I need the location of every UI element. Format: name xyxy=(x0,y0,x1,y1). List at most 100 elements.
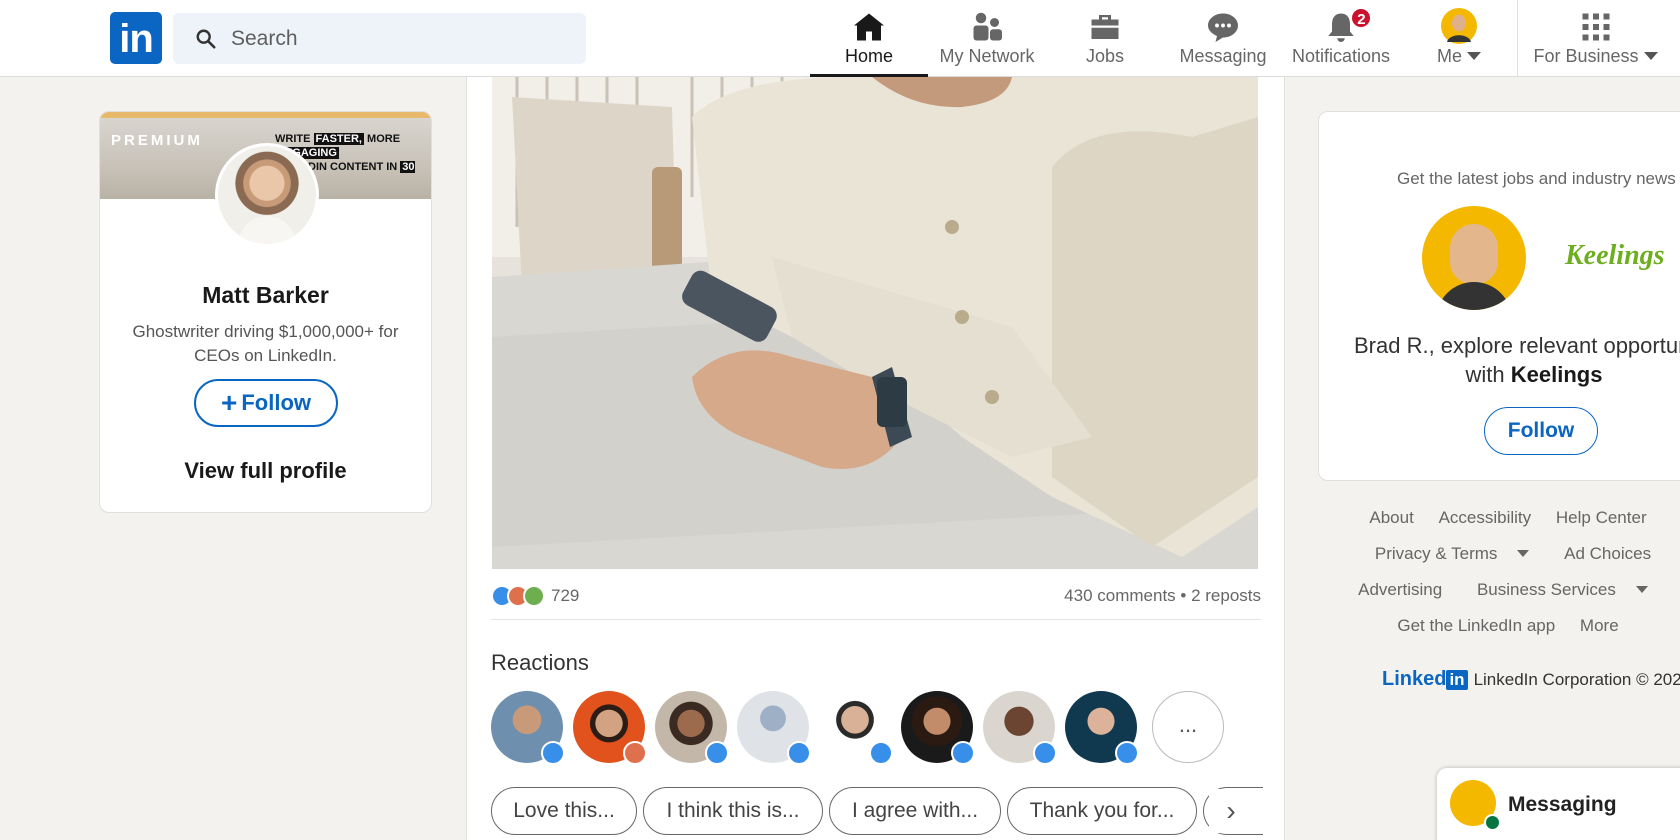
footer-row: About Accessibility Help Center xyxy=(1318,508,1680,538)
chat-icon xyxy=(1208,13,1238,42)
linkedin-logo-icon: in xyxy=(1446,670,1468,690)
reactor-avatar[interactable] xyxy=(901,691,975,765)
ad-text: Brad R., explore relevant opportunities … xyxy=(1354,331,1680,389)
business-services-label: Business Services xyxy=(1476,580,1616,599)
notifications-badge: 2 xyxy=(1350,7,1373,29)
support-reaction-icon xyxy=(523,585,545,607)
footer-link-business-services[interactable]: Business Services xyxy=(1467,580,1658,599)
suggested-comment-chip[interactable]: Love this... xyxy=(491,787,637,835)
linkedin-logo-icon[interactable]: in xyxy=(110,12,162,64)
nav-home-label: Home xyxy=(844,46,893,66)
avatar xyxy=(1422,206,1526,310)
profile-avatar[interactable] xyxy=(215,143,319,247)
profile-card: PREMIUM WRITE FASTER, MORE ENGAGING LINK… xyxy=(99,111,432,513)
footer-row: Privacy & Terms Ad Choices xyxy=(1318,544,1680,574)
search-bar[interactable] xyxy=(173,13,586,64)
ad-text-with: with xyxy=(1465,362,1511,387)
corporation-text: LinkedIn Corporation © 2024 xyxy=(1473,670,1680,689)
nav-jobs-label: Jobs xyxy=(1085,46,1125,66)
nav-me-label: Me xyxy=(1436,46,1462,66)
nav-jobs[interactable]: Jobs xyxy=(1046,0,1164,77)
more-reactors-button[interactable]: ... xyxy=(1152,691,1224,763)
nav-for-business[interactable]: For Business xyxy=(1518,0,1673,77)
search-input[interactable] xyxy=(231,13,571,64)
reactor-avatar[interactable] xyxy=(573,691,647,765)
footer-row: Advertising Business Services xyxy=(1318,580,1680,610)
post-image[interactable] xyxy=(492,77,1258,569)
reaction-count[interactable]: 729 xyxy=(551,586,579,606)
ad-text-line: Brad R., explore relevant opportunities xyxy=(1354,333,1680,358)
messaging-label: Messaging xyxy=(1508,793,1617,816)
top-navigation: in Home My Network Jobs Messaging xyxy=(0,0,1680,77)
footer-link-accessibility[interactable]: Accessibility xyxy=(1439,508,1532,527)
comments-reposts-count[interactable]: 430 comments • 2 reposts xyxy=(1064,586,1261,606)
chevron-right-icon[interactable]: › xyxy=(1209,789,1253,833)
nav-my-network-label: My Network xyxy=(939,46,1035,66)
nav-for-business-label: For Business xyxy=(1533,46,1639,66)
ad-card: Get the latest jobs and industry news Ke… xyxy=(1318,111,1680,481)
footer-row: Get the LinkedIn app More xyxy=(1318,616,1680,646)
nav-messaging[interactable]: Messaging xyxy=(1164,0,1282,77)
profile-name[interactable]: Matt Barker xyxy=(100,282,431,309)
like-reaction-icon xyxy=(541,741,565,765)
reactor-avatar[interactable] xyxy=(819,691,893,765)
avatar xyxy=(1441,8,1477,44)
promo-word: FASTER, xyxy=(313,133,364,145)
suggested-comment-chip[interactable]: I think this is... xyxy=(643,787,823,835)
footer-link-get-app[interactable]: Get the LinkedIn app xyxy=(1397,616,1555,635)
footer-link-ad-choices[interactable]: Ad Choices xyxy=(1564,544,1651,563)
follow-button[interactable]: + Follow xyxy=(194,379,338,427)
nav-me-label-wrap: Me xyxy=(1400,46,1518,67)
nav-my-network[interactable]: My Network xyxy=(928,0,1046,77)
linkedin-wordmark: Linked xyxy=(1382,668,1447,690)
reactor-avatar[interactable] xyxy=(737,691,811,765)
chevron-down-icon xyxy=(1643,52,1658,60)
chevron-down-icon xyxy=(1635,586,1648,593)
social-counts: 729 430 comments • 2 reposts xyxy=(491,583,1261,613)
ad-tagline: Get the latest jobs and industry news xyxy=(1397,169,1676,188)
profile-headline: Ghostwriter driving $1,000,000+ for CEOs… xyxy=(132,322,399,365)
suggested-comment-chip[interactable]: Thank you for... xyxy=(1007,787,1197,835)
post-detail: 729 430 comments • 2 reposts Reactions .… xyxy=(466,77,1285,840)
plus-icon: + xyxy=(220,387,238,418)
footer-link-about[interactable]: About xyxy=(1369,508,1413,527)
footer-link-more[interactable]: More xyxy=(1580,616,1619,635)
footer-link-help-center[interactable]: Help Center xyxy=(1556,508,1647,527)
chevron-down-icon xyxy=(1517,550,1530,557)
nav-home[interactable]: Home xyxy=(810,0,928,77)
network-icon xyxy=(973,12,1002,41)
suggested-comments: Love this... I think this is... I agree … xyxy=(491,787,1263,835)
promo-word: MORE xyxy=(367,133,401,145)
nav-me[interactable]: Me xyxy=(1400,0,1518,77)
nav-messaging-label: Messaging xyxy=(1179,46,1267,66)
footer-link-advertising[interactable]: Advertising xyxy=(1358,580,1442,599)
reactions-heading: Reactions xyxy=(491,650,589,675)
reactor-avatar[interactable] xyxy=(983,691,1057,765)
reactor-avatar[interactable] xyxy=(1065,691,1139,765)
like-reaction-icon xyxy=(869,741,893,765)
reactor-avatar[interactable] xyxy=(655,691,729,765)
search-icon xyxy=(196,29,216,49)
view-full-profile-link[interactable]: View full profile xyxy=(100,458,431,484)
ad-follow-button[interactable]: Follow xyxy=(1484,407,1598,455)
grid-icon xyxy=(1582,13,1609,41)
nav-for-business-label-wrap: For Business xyxy=(1518,46,1673,67)
home-icon xyxy=(854,13,884,41)
reaction-icons[interactable] xyxy=(491,585,551,609)
company-logo: Keelings xyxy=(1565,240,1665,271)
nav-notifications[interactable]: 2 Notifications xyxy=(1282,0,1400,77)
chevron-down-icon xyxy=(1467,52,1481,60)
footer-link-privacy-terms[interactable]: Privacy & Terms xyxy=(1365,544,1540,563)
suggested-comment-chip[interactable]: I agree with... xyxy=(829,787,1001,835)
like-reaction-icon xyxy=(1115,741,1139,765)
post-photo-illustration xyxy=(492,77,1258,569)
like-reaction-icon xyxy=(705,741,729,765)
reactor-avatar[interactable] xyxy=(491,691,565,765)
divider xyxy=(491,619,1261,620)
love-reaction-icon xyxy=(623,741,647,765)
like-reaction-icon xyxy=(1033,741,1057,765)
avatar xyxy=(1450,780,1501,831)
promo-word: WRITE xyxy=(275,133,311,145)
messaging-overlay[interactable]: Messaging xyxy=(1437,768,1680,840)
follow-button-label: Follow xyxy=(241,390,311,415)
